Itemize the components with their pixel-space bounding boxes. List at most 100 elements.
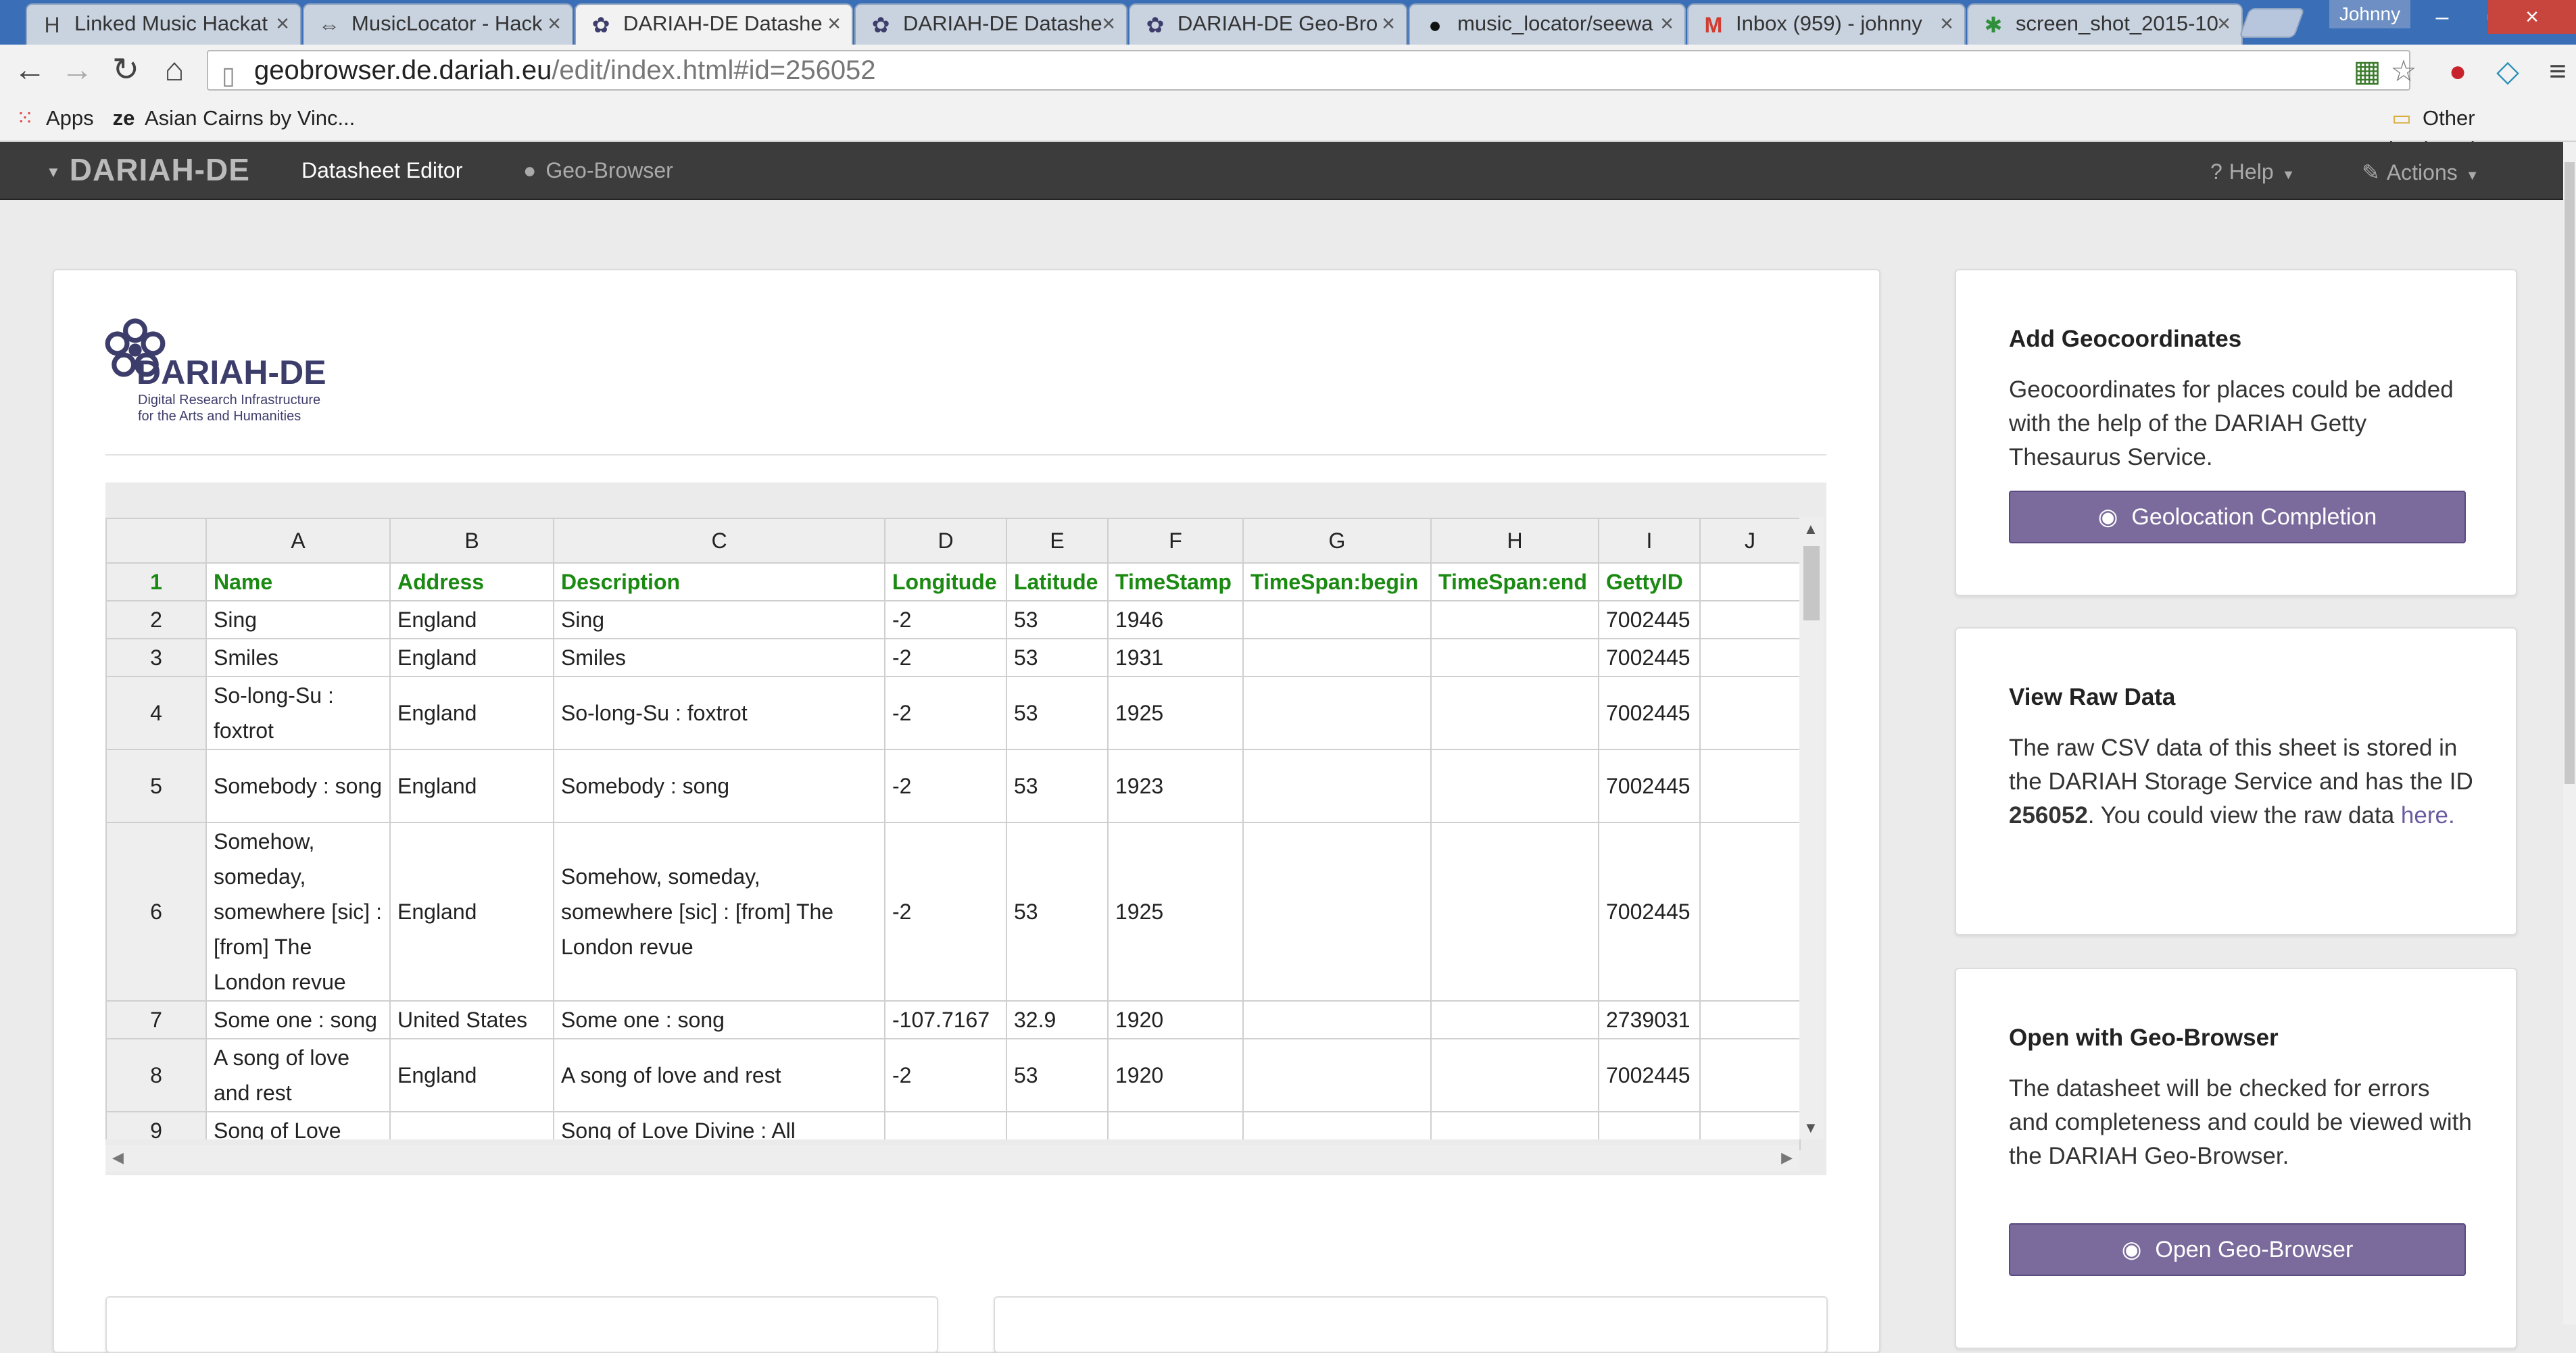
- table-cell[interactable]: [1699, 822, 1801, 1002]
- reload-icon[interactable]: ↻: [107, 51, 145, 89]
- actions-menu[interactable]: ✎ Actions ▼: [2362, 159, 2479, 185]
- column-header[interactable]: C: [553, 518, 885, 564]
- table-cell[interactable]: [1430, 749, 1599, 823]
- table-cell[interactable]: 1946: [1107, 600, 1244, 639]
- table-cell[interactable]: [1242, 822, 1432, 1002]
- table-cell[interactable]: TimeSpan:end: [1430, 562, 1599, 601]
- table-cell[interactable]: -2: [884, 749, 1007, 823]
- browser-tab-3-active[interactable]: ✿ DARIAH-DE Datashe ×: [575, 3, 853, 45]
- table-cell[interactable]: 1920: [1107, 1038, 1244, 1112]
- row-header[interactable]: 1: [105, 562, 207, 601]
- table-cell[interactable]: [1242, 749, 1432, 823]
- column-header[interactable]: A: [205, 518, 391, 564]
- browser-tab-5[interactable]: ✿ DARIAH-DE Geo-Bro ×: [1129, 3, 1407, 45]
- table-cell[interactable]: [1430, 1000, 1599, 1039]
- scroll-down-icon[interactable]: ▼: [1803, 1119, 1818, 1137]
- nav-geo-browser[interactable]: ● Geo-Browser: [523, 158, 673, 183]
- scroll-up-icon[interactable]: ▲: [1803, 520, 1818, 538]
- close-icon[interactable]: ×: [1102, 5, 1115, 43]
- extension-icon[interactable]: ▦: [2350, 54, 2385, 89]
- table-cell[interactable]: Sing: [205, 600, 391, 639]
- table-cell[interactable]: Somebody : song: [553, 749, 885, 823]
- table-cell[interactable]: 7002445: [1598, 638, 1701, 677]
- browser-tab-7[interactable]: M Inbox (959) - johnny ×: [1687, 3, 1966, 45]
- table-cell[interactable]: Latitude: [1006, 562, 1109, 601]
- row-header[interactable]: 8: [105, 1038, 207, 1112]
- table-cell[interactable]: 7002445: [1598, 1038, 1701, 1112]
- page-scrollbar-thumb[interactable]: [2565, 162, 2575, 784]
- table-cell[interactable]: [1699, 749, 1801, 823]
- table-cell[interactable]: United States: [389, 1000, 554, 1039]
- browser-tab-6[interactable]: ● music_locator/seewa ×: [1409, 3, 1686, 45]
- table-cell[interactable]: -2: [884, 1038, 1007, 1112]
- column-header[interactable]: F: [1107, 518, 1244, 564]
- close-icon[interactable]: ×: [827, 5, 841, 43]
- close-icon[interactable]: ×: [548, 5, 561, 43]
- table-cell[interactable]: [1242, 600, 1432, 639]
- table-cell[interactable]: -2: [884, 676, 1007, 750]
- table-cell[interactable]: [1242, 1000, 1432, 1039]
- row-header[interactable]: 2: [105, 600, 207, 639]
- table-cell[interactable]: [1699, 1000, 1801, 1039]
- table-cell[interactable]: 53: [1006, 749, 1109, 823]
- row-header[interactable]: 5: [105, 749, 207, 823]
- table-cell[interactable]: England: [389, 676, 554, 750]
- star-bookmark-icon[interactable]: ☆: [2386, 54, 2421, 89]
- table-cell[interactable]: 7002445: [1598, 822, 1701, 1002]
- table-cell[interactable]: Smiles: [205, 638, 391, 677]
- table-cell[interactable]: Smiles: [553, 638, 885, 677]
- close-icon[interactable]: ×: [1940, 5, 1953, 43]
- open-geo-browser-button[interactable]: ◉ Open Geo-Browser: [2009, 1223, 2466, 1276]
- table-cell[interactable]: 2739031: [1598, 1000, 1701, 1039]
- table-cell[interactable]: Longitude: [884, 562, 1007, 601]
- column-header[interactable]: B: [389, 518, 554, 564]
- raw-data-link[interactable]: here.: [2401, 802, 2455, 829]
- table-cell[interactable]: A song of love and rest: [553, 1038, 885, 1112]
- table-cell[interactable]: -107.7167: [884, 1000, 1007, 1039]
- table-cell[interactable]: Description: [553, 562, 885, 601]
- table-cell[interactable]: Somebody : song: [205, 749, 391, 823]
- table-cell[interactable]: 32.9: [1006, 1000, 1109, 1039]
- browser-tab-2[interactable]: ⇔ MusicLocator - Hack ×: [303, 3, 573, 45]
- column-header[interactable]: H: [1430, 518, 1599, 564]
- row-header[interactable]: 6: [105, 822, 207, 1002]
- table-cell[interactable]: 1925: [1107, 822, 1244, 1002]
- close-icon[interactable]: ×: [2217, 5, 2231, 43]
- table-cell[interactable]: [1242, 676, 1432, 750]
- close-icon[interactable]: ×: [276, 5, 289, 43]
- table-cell[interactable]: [1430, 1038, 1599, 1112]
- browser-tab-1[interactable]: H Linked Music Hackat ×: [26, 3, 301, 45]
- table-cell[interactable]: [1242, 1038, 1432, 1112]
- table-cell[interactable]: 7002445: [1598, 749, 1701, 823]
- table-cell[interactable]: A song of love and rest: [205, 1038, 391, 1112]
- sheet-vertical-scrollbar[interactable]: ▲ ▼: [1799, 518, 1824, 1139]
- table-cell[interactable]: 53: [1006, 638, 1109, 677]
- table-cell[interactable]: [1430, 676, 1599, 750]
- table-cell[interactable]: England: [389, 822, 554, 1002]
- table-cell[interactable]: 7002445: [1598, 676, 1701, 750]
- row-header[interactable]: 3: [105, 638, 207, 677]
- table-cell[interactable]: -2: [884, 600, 1007, 639]
- row-header[interactable]: 7: [105, 1000, 207, 1039]
- new-tab-button[interactable]: [2238, 8, 2306, 38]
- page-scrollbar[interactable]: [2563, 142, 2576, 1325]
- column-header[interactable]: E: [1006, 518, 1109, 564]
- table-cell[interactable]: England: [389, 638, 554, 677]
- bookmark-apps[interactable]: ⁙ Apps: [12, 103, 94, 134]
- table-cell[interactable]: Name: [205, 562, 391, 601]
- profile-name[interactable]: Johnny: [2329, 0, 2410, 28]
- table-cell[interactable]: 1925: [1107, 676, 1244, 750]
- row-header[interactable]: 4: [105, 676, 207, 750]
- close-icon[interactable]: ×: [1660, 5, 1674, 43]
- table-cell[interactable]: [1430, 822, 1599, 1002]
- scroll-left-icon[interactable]: ◀: [112, 1149, 124, 1166]
- table-cell[interactable]: 1920: [1107, 1000, 1244, 1039]
- table-cell[interactable]: [1242, 638, 1432, 677]
- table-cell[interactable]: -2: [884, 822, 1007, 1002]
- table-cell[interactable]: Sing: [553, 600, 885, 639]
- forward-arrow-icon[interactable]: →: [58, 51, 96, 89]
- table-cell[interactable]: 1923: [1107, 749, 1244, 823]
- table-cell[interactable]: Address: [389, 562, 554, 601]
- table-cell[interactable]: [1699, 600, 1801, 639]
- browser-tab-8[interactable]: ✱ screen_shot_2015-10 ×: [1967, 3, 2243, 45]
